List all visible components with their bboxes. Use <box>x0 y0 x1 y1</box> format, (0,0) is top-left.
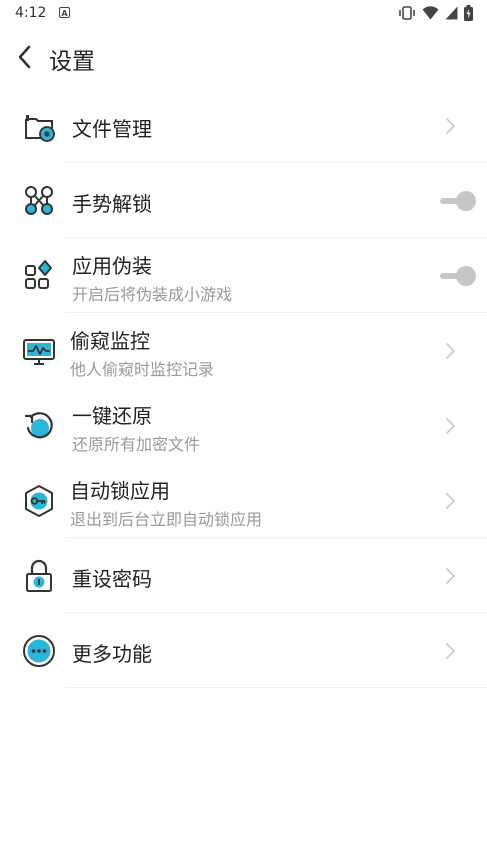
folder-camera-icon <box>25 115 55 142</box>
settings-item-subtitle: 他人偷窥时监控记录 <box>70 360 215 379</box>
settings-item-title: 应用伪装 <box>72 254 152 278</box>
chevron-right-icon <box>446 118 455 134</box>
app-disguise-toggle[interactable] <box>440 265 476 287</box>
app-header: 设置 <box>0 30 487 86</box>
status-icons <box>398 4 473 22</box>
settings-item-subtitle: 还原所有加密文件 <box>72 435 201 454</box>
chevron-right-icon <box>446 493 455 509</box>
settings-item-gesture-unlock[interactable]: 手势解锁 <box>0 163 487 238</box>
settings-item-one-click-restore[interactable]: 一键还原 还原所有加密文件 <box>0 388 487 463</box>
toggle-knob <box>456 191 476 211</box>
settings-item-app-disguise[interactable]: 应用伪装 开启后将伪装成小游戏 <box>0 238 487 313</box>
divider <box>66 687 487 688</box>
settings-item-auto-lock-app[interactable]: 自动锁应用 退出到后台立即自动锁应用 <box>0 463 487 538</box>
settings-item-title: 手势解锁 <box>72 192 152 216</box>
lock-icon <box>26 559 52 592</box>
gesture-pattern-icon <box>25 186 53 215</box>
settings-item-title: 文件管理 <box>72 117 152 141</box>
notification-icon: A <box>59 7 70 18</box>
settings-item-file-management[interactable]: 文件管理 <box>0 88 487 163</box>
signal-icon <box>445 6 458 20</box>
wifi-icon <box>422 6 439 20</box>
key-shield-icon <box>25 485 53 517</box>
settings-item-subtitle: 退出到后台立即自动锁应用 <box>70 510 263 529</box>
more-dots-icon <box>23 635 55 667</box>
chevron-right-icon <box>446 643 455 659</box>
settings-item-title: 更多功能 <box>72 642 152 666</box>
chevron-right-icon <box>446 568 455 584</box>
settings-item-peek-monitor[interactable]: 偷窥监控 他人偷窥时监控记录 <box>0 313 487 388</box>
page-title: 设置 <box>49 49 95 75</box>
settings-item-more-features[interactable]: 更多功能 <box>0 613 487 688</box>
chevron-left-icon[interactable] <box>12 43 40 71</box>
app-grid-icon <box>25 260 52 289</box>
status-bar: 4:12 A <box>0 0 487 26</box>
status-time: 4:12 <box>15 5 47 21</box>
vibrate-icon <box>399 6 415 20</box>
settings-item-title: 重设密码 <box>72 567 152 591</box>
settings-item-title: 一键还原 <box>72 404 152 428</box>
settings-item-reset-password[interactable]: 重设密码 <box>0 538 487 613</box>
settings-item-subtitle: 开启后将伪装成小游戏 <box>72 285 233 304</box>
chevron-right-icon <box>446 343 455 359</box>
gesture-unlock-toggle[interactable] <box>440 190 476 212</box>
settings-list: 文件管理 手势解锁 应用伪装 开启后将伪装成小游戏 偷窥监控 他人偷窥时监控记录… <box>0 88 487 688</box>
restore-icon <box>24 412 53 439</box>
settings-item-title: 自动锁应用 <box>70 479 170 503</box>
toggle-knob <box>456 266 476 286</box>
monitor-icon <box>23 339 55 365</box>
chevron-right-icon <box>446 418 455 434</box>
settings-item-title: 偷窥监控 <box>70 329 150 353</box>
battery-icon <box>464 5 473 21</box>
